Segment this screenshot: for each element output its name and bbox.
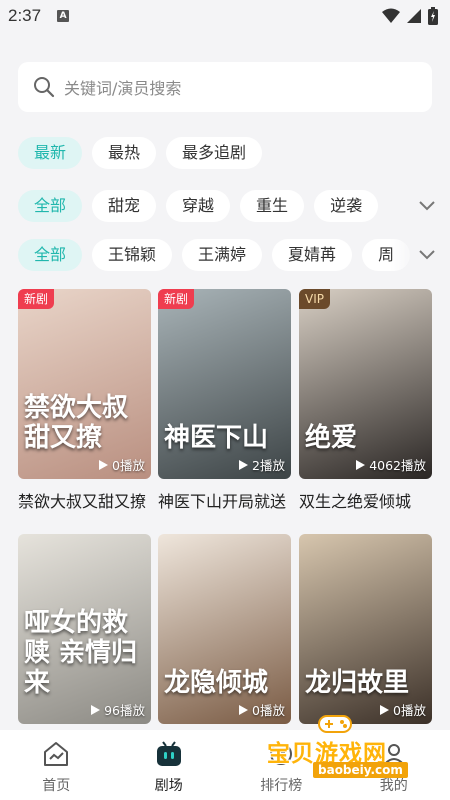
genre-tab-rebirth[interactable]: 重生 xyxy=(240,190,305,222)
new-badge: 新剧 xyxy=(158,289,195,309)
watermark-url: baobeiy.com xyxy=(313,762,408,778)
play-count-value: 4062播放 xyxy=(369,458,426,473)
play-count: 96播放 xyxy=(89,700,145,719)
play-icon xyxy=(91,704,101,715)
drama-card[interactable]: 哑女的救赎 亲情归来 96播放 xyxy=(18,534,151,724)
drama-title[interactable]: 双生之绝爱倾城 xyxy=(299,488,432,512)
notification-a-icon: A xyxy=(57,10,70,22)
genre-tab-sweet[interactable]: 甜宠 xyxy=(92,190,157,222)
play-icon xyxy=(239,704,249,715)
genre-tab-comeback[interactable]: 逆袭 xyxy=(314,190,379,222)
play-count-value: 2播放 xyxy=(252,458,285,473)
genre-tab-all[interactable]: 全部 xyxy=(18,190,83,222)
drama-poster[interactable]: 哑女的救赎 亲情归来 96播放 xyxy=(18,534,151,724)
search-input[interactable]: 关键词/演员搜索 xyxy=(18,62,432,112)
genre-tabs: 全部 甜宠 穿越 重生 逆袭 xyxy=(18,190,450,222)
drama-poster[interactable]: 新剧禁欲大叔 甜又撩 0播放 xyxy=(18,289,151,479)
drama-title[interactable]: 禁欲大叔又甜又撩 xyxy=(18,488,151,512)
drama-card[interactable]: 新剧禁欲大叔 甜又撩 0播放禁欲大叔又甜又撩 xyxy=(18,289,151,512)
actor-tab-all[interactable]: 全部 xyxy=(18,239,83,271)
play-count: 2播放 xyxy=(237,455,285,474)
watermark-logo: 宝贝游戏网 baobeiy.com xyxy=(255,712,430,784)
wifi-icon xyxy=(382,8,400,23)
poster-title-art: 绝爱 xyxy=(305,423,358,453)
poster-title-art: 龙归故里 xyxy=(305,668,410,698)
drama-card[interactable]: 龙归故里 0播放 xyxy=(299,534,432,724)
gamepad-icon xyxy=(318,715,352,733)
sort-tab-newest[interactable]: 最新 xyxy=(18,137,83,169)
status-bar: 2:37 A xyxy=(0,0,450,32)
status-icons xyxy=(382,7,438,25)
drama-card[interactable]: 新剧神医下山 2播放神医下山开局就送 xyxy=(158,289,291,512)
chevron-down-icon xyxy=(419,201,435,211)
sort-tab-hottest[interactable]: 最热 xyxy=(92,137,157,169)
nav-theater-label: 剧场 xyxy=(154,778,183,794)
home-icon xyxy=(44,742,69,766)
poster-title-art: 神医下山 xyxy=(164,423,269,453)
play-icon xyxy=(356,459,366,470)
play-icon xyxy=(99,459,109,470)
drama-poster[interactable]: 龙归故里 0播放 xyxy=(299,534,432,724)
drama-title[interactable]: 神医下山开局就送 xyxy=(158,488,291,512)
play-icon xyxy=(239,459,249,470)
actor-tab-3[interactable]: 夏婧苒 xyxy=(272,239,353,271)
play-count: 4062播放 xyxy=(354,455,426,474)
theater-icon xyxy=(156,741,181,766)
genre-tab-time-travel[interactable]: 穿越 xyxy=(166,190,231,222)
nav-home[interactable]: 首页 xyxy=(0,730,113,800)
drama-card[interactable]: 龙隐倾城 0播放 xyxy=(158,534,291,724)
search-icon xyxy=(34,77,55,98)
vip-badge: VIP xyxy=(299,289,330,309)
drama-poster[interactable]: 新剧神医下山 2播放 xyxy=(158,289,291,479)
actor-expand-button[interactable] xyxy=(390,239,450,271)
poster-title-art: 龙隐倾城 xyxy=(164,668,269,698)
drama-card[interactable]: VIP 绝爱 4062播放双生之绝爱倾城 xyxy=(299,289,432,512)
play-count-value: 0播放 xyxy=(112,458,145,473)
poster-title-art: 哑女的救赎 亲情归来 xyxy=(24,608,138,698)
drama-poster[interactable]: VIP 绝爱 4062播放 xyxy=(299,289,432,479)
sort-tab-most-followed[interactable]: 最多追剧 xyxy=(166,137,263,169)
new-badge: 新剧 xyxy=(18,289,55,309)
play-count-value: 96播放 xyxy=(104,703,145,718)
actor-tab-2[interactable]: 王满婷 xyxy=(182,239,263,271)
chevron-down-icon xyxy=(419,250,435,260)
actor-tabs: 全部 王锦颖 王满婷 夏婧苒 周 xyxy=(18,239,450,271)
status-time: 2:37 xyxy=(8,6,42,25)
battery-icon xyxy=(428,7,438,25)
sort-tabs: 最新 最热 最多追剧 xyxy=(18,137,450,169)
genre-expand-button[interactable] xyxy=(390,190,450,222)
drama-poster[interactable]: 龙隐倾城 0播放 xyxy=(158,534,291,724)
actor-tab-1[interactable]: 王锦颖 xyxy=(92,239,173,271)
nav-home-label: 首页 xyxy=(42,778,71,794)
nav-theater[interactable]: 剧场 xyxy=(113,730,226,800)
signal-icon xyxy=(407,9,421,23)
poster-title-art: 禁欲大叔 甜又撩 xyxy=(24,393,129,453)
play-count: 0播放 xyxy=(97,455,145,474)
search-placeholder: 关键词/演员搜索 xyxy=(64,79,182,98)
